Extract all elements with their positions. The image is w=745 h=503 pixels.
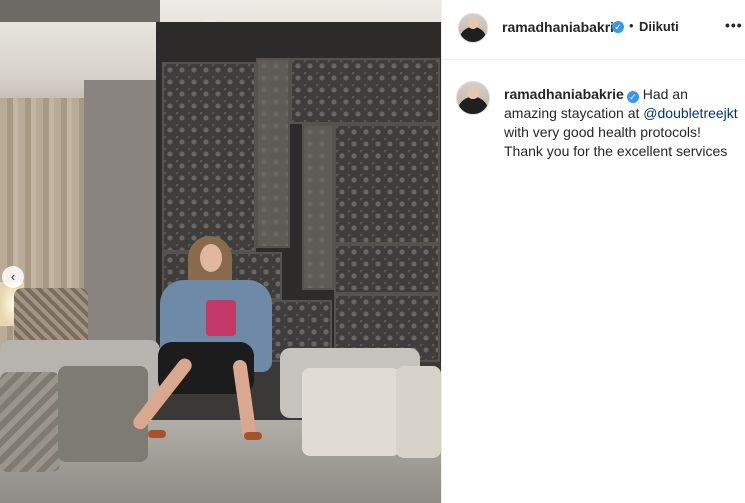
wall-tile — [290, 58, 440, 124]
avatar[interactable] — [458, 13, 488, 43]
photo-cushion — [302, 368, 400, 456]
wall-tile — [162, 62, 256, 252]
photo-wall — [84, 80, 164, 380]
post-caption: ramadhaniabakrie ✓ Had an amazing staycat… — [504, 85, 740, 161]
header-username[interactable]: ramadhaniabakrie — [502, 19, 622, 35]
photo-person-face — [200, 244, 222, 272]
caption-avatar[interactable] — [456, 81, 490, 115]
photo-cushion — [396, 366, 441, 458]
wall-tile — [334, 244, 440, 294]
wall-tile — [256, 58, 290, 248]
caption-text: with very good health protocols! Thank y… — [504, 124, 728, 159]
chevron-left-icon[interactable]: ‹ — [2, 266, 24, 288]
photo-person-top — [206, 300, 236, 336]
post-photo[interactable]: ‹ — [0, 0, 441, 503]
wall-tile — [334, 124, 440, 244]
photo-ceiling-beam — [0, 0, 160, 22]
following-button[interactable]: Diikuti — [639, 19, 679, 34]
photo-person-shoe — [244, 432, 262, 440]
photo-cushion — [58, 366, 148, 462]
caption-username[interactable]: ramadhaniabakrie — [504, 86, 624, 102]
photo-person-shoe — [148, 430, 166, 438]
wall-tile — [302, 124, 334, 290]
verified-badge-icon: ✓ — [612, 21, 624, 33]
dot-separator: • — [629, 18, 634, 33]
verified-badge-icon: ✓ — [626, 91, 639, 103]
photo-basket — [14, 288, 88, 346]
mention-link[interactable]: @doubletreejkt — [643, 105, 737, 121]
more-options-icon[interactable]: ••• — [725, 17, 743, 33]
post-header: ramadhaniabakrie ✓ • Diikuti ••• — [442, 0, 745, 60]
post-sidebar: ramadhaniabakrie ✓ • Diikuti ••• ramadha… — [441, 0, 745, 503]
photo-cushion — [0, 372, 60, 472]
